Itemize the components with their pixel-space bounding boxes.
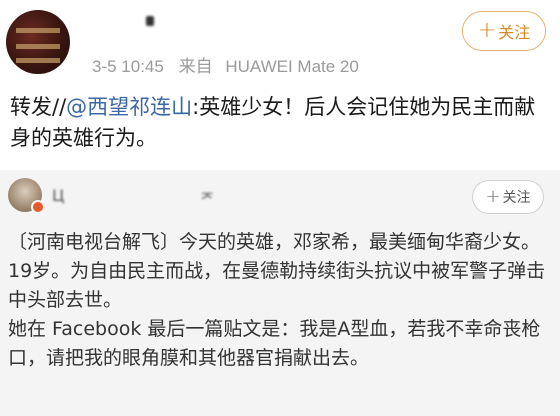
post-text: 转发//@西望祁连山:英雄少女！后人会记住她为民主而献身的英雄行为。 — [10, 92, 550, 154]
avatar-detail — [16, 58, 60, 63]
follow-button[interactable]: + 关注 — [462, 11, 546, 51]
follow-label: 关注 — [502, 190, 531, 206]
repost-paragraph: 她在 Facebook 最后一篇贴文是：我是A型血，若我不幸命丧枪口，请把我的眼… — [8, 318, 541, 369]
avatar-detail — [16, 44, 60, 49]
mention-link[interactable]: @西望祁连山 — [66, 95, 192, 119]
repost-paragraph: 〔河南电视台解飞〕今天的英雄，邓家希，最美缅甸华裔少女。19岁。为自由民主而战，… — [8, 231, 546, 311]
verified-badge-icon — [31, 200, 45, 214]
username-part: ᅎ — [200, 190, 215, 209]
original-post: 3-5 10:45 来自 HUAWEI Mate 20 + 关注 转发//@西望… — [0, 0, 560, 162]
avatar[interactable] — [6, 10, 70, 74]
avatar[interactable] — [8, 178, 45, 214]
post-time: 3-5 10:45 — [92, 57, 164, 76]
blurred-name-mark — [146, 16, 154, 26]
follow-button[interactable]: + 关注 — [472, 180, 544, 214]
source-device[interactable]: HUAWEI Mate 20 — [225, 57, 359, 76]
repost-prefix: 转发// — [10, 95, 67, 119]
avatar-detail — [16, 28, 60, 33]
source-prefix: 来自 — [178, 57, 213, 76]
follow-label: 关注 — [498, 23, 531, 42]
weibo-post-screen: 3-5 10:45 来自 HUAWEI Mate 20 + 关注 转发//@西望… — [0, 0, 560, 416]
post-meta: 3-5 10:45 来自 HUAWEI Mate 20 — [92, 52, 359, 77]
plus-icon: + — [477, 18, 497, 43]
username-blurred[interactable] — [118, 14, 218, 36]
plus-icon: + — [485, 186, 501, 207]
repost-text: 〔河南电视台解飞〕今天的英雄，邓家希，最美缅甸华裔少女。19岁。为自由民主而战，… — [8, 228, 552, 373]
username-blurred[interactable]: Ц ᅎ — [52, 186, 215, 209]
username-part: Ц — [52, 186, 65, 205]
reposted-content[interactable]: Ц ᅎ + 关注 〔河南电视台解飞〕今天的英雄，邓家希，最美缅甸华裔少女。19岁… — [0, 170, 560, 416]
